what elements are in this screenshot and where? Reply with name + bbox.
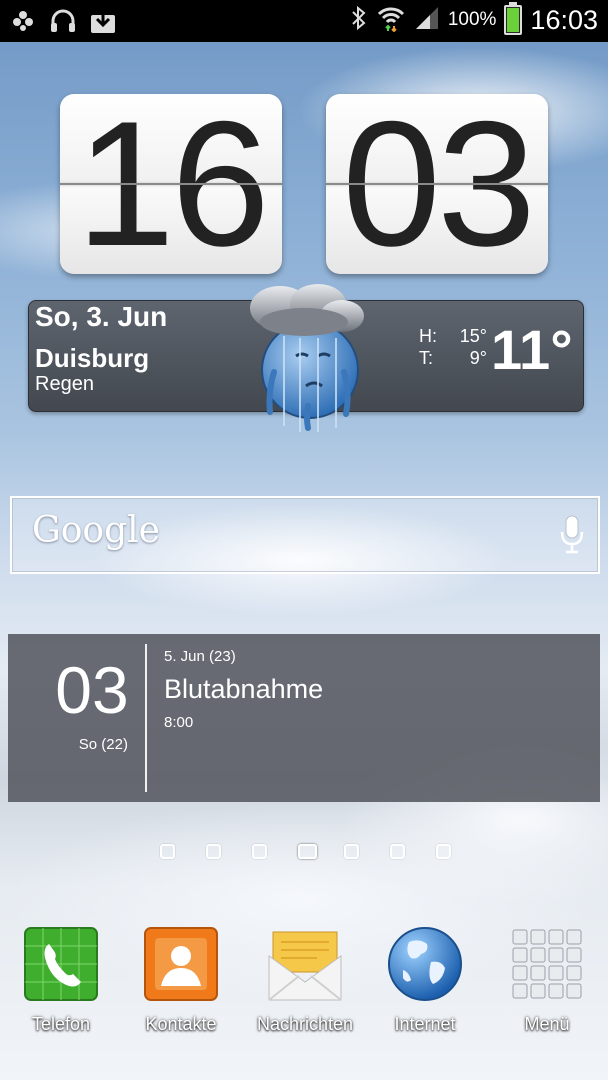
low-label: T: <box>419 348 434 368</box>
download-icon <box>88 6 118 36</box>
clock-hinge <box>60 183 282 185</box>
page-indicator[interactable] <box>160 844 451 860</box>
grid-square <box>548 983 564 999</box>
page-dot-active[interactable] <box>298 844 317 859</box>
page-dot[interactable] <box>252 844 267 859</box>
event-date: 5. Jun (23) <box>164 648 236 665</box>
dock-internet[interactable]: Internet <box>370 926 480 1035</box>
grid-square <box>548 947 564 963</box>
weather-high-low: H: 15° T: 9° <box>419 325 487 369</box>
messages-icon <box>267 926 343 1002</box>
weather-city: Duisburg <box>35 343 150 373</box>
bluetooth-icon <box>350 5 368 35</box>
weather-condition: Regen <box>35 373 94 395</box>
page-dot[interactable] <box>344 844 359 859</box>
low-value: 9° <box>469 348 487 368</box>
weather-date: So, 3. Jun <box>35 301 168 332</box>
dock-phone[interactable]: Telefon <box>6 926 116 1035</box>
messages-label: Nachrichten <box>256 1014 354 1034</box>
grid-square <box>512 983 528 999</box>
contacts-icon <box>143 926 219 1002</box>
google-logo: Google <box>32 510 160 551</box>
event-title[interactable]: Blutabnahme <box>164 674 323 705</box>
phone-icon <box>23 926 99 1002</box>
dock-menu[interactable]: Menü <box>492 926 602 1035</box>
phone-label: Telefon <box>31 1014 91 1034</box>
dock-contacts[interactable]: Kontakte <box>126 926 236 1035</box>
grid-square <box>512 947 528 963</box>
grid-square <box>566 965 582 981</box>
calendar-weekday: So (22) <box>78 736 128 753</box>
page-dot[interactable] <box>206 844 221 859</box>
grid-square <box>566 947 582 963</box>
battery-icon <box>504 2 523 35</box>
grid-square <box>530 965 546 981</box>
status-time: 16:03 <box>530 4 598 35</box>
clock-hours-card[interactable]: 16 <box>60 94 282 274</box>
weather-current-temp: 11° <box>491 318 573 381</box>
microphone-icon[interactable] <box>560 514 584 558</box>
globe-icon <box>387 926 463 1002</box>
clock-hinge <box>326 183 548 185</box>
apps-icon <box>8 6 38 36</box>
high-label: H: <box>419 326 437 346</box>
clock-minutes-card[interactable]: 03 <box>326 94 548 274</box>
grid-square <box>530 929 546 945</box>
rain-cloud-icon <box>244 276 368 436</box>
grid-square <box>512 965 528 981</box>
menu-label: Menü <box>524 1014 570 1034</box>
page-dot[interactable] <box>436 844 451 859</box>
page-dot[interactable] <box>390 844 405 859</box>
dock-messages[interactable]: Nachrichten <box>250 926 360 1035</box>
wifi-icon <box>376 4 406 36</box>
grid-square <box>548 929 564 945</box>
event-time: 8:00 <box>164 714 194 731</box>
grid-square <box>530 983 546 999</box>
grid-square <box>566 929 582 945</box>
contacts-label: Kontakte <box>145 1014 217 1034</box>
google-search-bar[interactable]: Google <box>10 496 600 574</box>
calendar-day: 03 <box>55 653 129 727</box>
app-grid-icon <box>509 926 585 1002</box>
high-value: 15° <box>459 326 487 346</box>
headset-icon <box>48 6 78 36</box>
signal-icon <box>414 5 440 35</box>
page-dot[interactable] <box>160 844 175 859</box>
battery-percent: 100% <box>447 9 497 30</box>
status-bar[interactable]: 100% 16:03 <box>0 0 608 42</box>
calendar-widget[interactable]: 03 So (22) 5. Jun (23) Blutabnahme 8:00 <box>8 634 600 802</box>
grid-square <box>566 983 582 999</box>
grid-square <box>548 965 564 981</box>
internet-label: Internet <box>394 1014 456 1034</box>
grid-square <box>530 947 546 963</box>
grid-square <box>512 929 528 945</box>
calendar-divider <box>145 644 147 792</box>
